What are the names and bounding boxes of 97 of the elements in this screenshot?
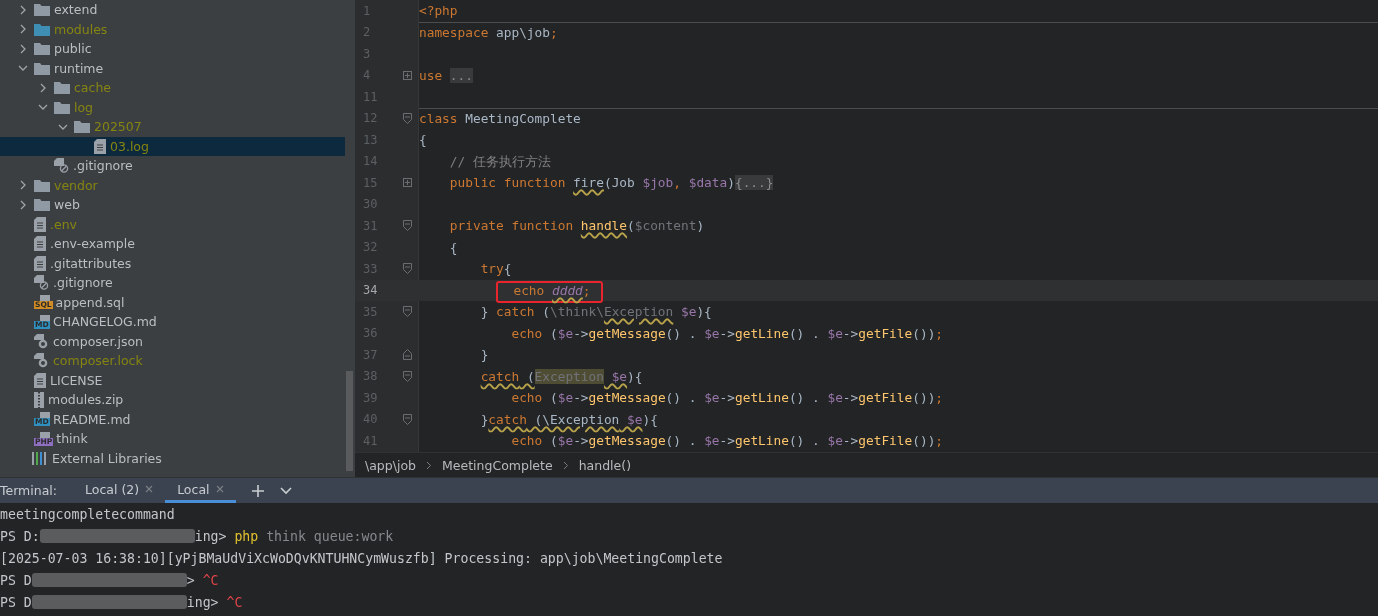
code-line: namespace app\job; (419, 24, 558, 40)
tree-item-label[interactable]: CHANGELOG.md (53, 314, 157, 330)
tree-item-label[interactable]: append.sql (55, 294, 125, 310)
code-line: echo ($e->getMessage() . $e->getLine() . $e->getFile()); (510, 433, 944, 448)
code-line: class MeetingComplete (419, 110, 581, 126)
terminal-text: ^C (226, 594, 243, 610)
chevron-right-icon[interactable] (18, 24, 28, 35)
selected-tree-row[interactable]: 03.log (0, 136, 345, 156)
tree-item-label[interactable]: think (56, 431, 88, 447)
close-icon[interactable] (215, 485, 224, 493)
terminal-text: PS D (0, 594, 32, 610)
code-line: echo ($e->getMessage() . $e->getLine() . $e->getFile()); (510, 325, 944, 341)
chevron-right-icon[interactable] (18, 199, 28, 210)
expand-fold-icon[interactable] (402, 70, 412, 80)
terminal-text: ing> (194, 528, 228, 544)
tree-item-label[interactable]: runtime (54, 60, 104, 76)
code-line: public function fire(Job $job, $data){...} (448, 175, 774, 190)
ignored-file-icon (54, 158, 69, 174)
code-line: // 任务执行方法 (448, 153, 551, 169)
library-icon (32, 451, 48, 465)
tree-item-label[interactable]: External Libraries (52, 450, 162, 466)
chevron-right-icon[interactable] (38, 82, 48, 93)
tree-item-label[interactable]: .gitattributes (50, 255, 132, 271)
collapse-fold-icon[interactable] (402, 370, 412, 382)
code-line: private function handle($content) (448, 218, 705, 233)
document-icon (34, 255, 46, 271)
close-icon[interactable] (145, 485, 154, 493)
folder-icon (74, 120, 90, 134)
document-icon (34, 372, 46, 388)
terminal-tab[interactable]: Local (165, 478, 236, 503)
terminal-tab[interactable]: Local (2) (73, 478, 166, 503)
tree-item-label[interactable]: public (54, 41, 92, 57)
collapse-fold-icon[interactable] (402, 413, 412, 425)
terminal-text: meetingcompletecommand (0, 506, 175, 522)
code-line: { (448, 239, 458, 255)
chevron-right-icon (562, 460, 569, 470)
chevron-right-icon (426, 460, 432, 470)
document-icon (34, 236, 46, 252)
document-icon (94, 138, 106, 154)
folder-icon (34, 178, 50, 192)
tree-item-label[interactable]: LICENSE (50, 372, 103, 388)
collapse-fold-icon[interactable] (402, 220, 412, 232)
folder-icon (34, 198, 50, 212)
breadcrumb-item[interactable]: handle() (578, 457, 631, 473)
folder-icon (34, 22, 50, 36)
add-icon[interactable] (251, 484, 264, 497)
breadcrumb-item[interactable]: MeetingComplete (442, 457, 553, 473)
tree-item-label[interactable]: .gitignore (53, 275, 113, 291)
document-icon (34, 216, 46, 232)
terminal-text: PS D: (0, 528, 40, 544)
folder-icon (34, 61, 50, 75)
folder-icon (54, 81, 70, 95)
archive-icon (34, 391, 44, 408)
collapse-fold-icon[interactable] (402, 112, 412, 124)
folder-icon (34, 42, 50, 56)
breadcrumb-item[interactable]: \app\job (365, 457, 416, 473)
tree-item-label[interactable]: modules.zip (48, 392, 124, 408)
terminal-text: PS D (0, 572, 32, 588)
expand-fold-icon[interactable] (402, 178, 412, 188)
tree-item-label[interactable]: composer.json (53, 333, 143, 349)
tree-item-label[interactable]: .gitignore (73, 158, 133, 174)
collapse-fold-icon[interactable] (402, 306, 412, 318)
tree-item-label[interactable]: web (54, 197, 80, 213)
code-line: try{ (479, 261, 512, 276)
chevron-right-icon[interactable] (18, 4, 28, 15)
composer-file-icon (34, 353, 49, 369)
chevron-right-icon[interactable] (18, 180, 28, 191)
code-line: echo ($e->getMessage() . $e->getLine() . $e->getFile()); (510, 390, 944, 405)
scrollbar-thumb[interactable] (346, 371, 353, 471)
tree-item-label[interactable]: .env-example (50, 236, 135, 252)
line-number: 34 (362, 283, 379, 298)
chevron-down-icon[interactable] (279, 486, 292, 495)
chevron-right-icon[interactable] (18, 43, 28, 54)
tree-item-label[interactable]: README.md (53, 411, 131, 427)
terminal-text: [2025-07-03 16:38:10][yPjBMaUdViXcWoDQvKNTUHNCymWuszfb] Processing: app\job\MeetingComplete (0, 550, 723, 566)
tree-item-label[interactable]: extend (54, 2, 98, 18)
composer-file-icon (34, 333, 49, 349)
terminal-text: > (186, 572, 196, 588)
folder-icon (54, 100, 70, 114)
code-line: catch (Exception $e){ (479, 368, 643, 384)
tree-item-label: 03.log (110, 138, 149, 154)
code-line: <?php (419, 3, 458, 18)
terminal-text: ^C (202, 572, 219, 588)
code-line: { (419, 132, 427, 147)
fold-end-icon[interactable] (402, 349, 412, 361)
ignored-file-icon (34, 275, 49, 291)
terminal-title: Terminal: (0, 483, 58, 498)
terminal-text: php (234, 528, 259, 544)
code-line: }catch (\Exception $e){ (479, 411, 658, 427)
code-line: use ... (419, 67, 473, 83)
code-line: } (479, 347, 489, 362)
code-line: } catch (\think\Exception $e){ (479, 304, 712, 319)
folder-icon (34, 3, 50, 17)
terminal-text: ing> (186, 594, 220, 610)
collapse-fold-icon[interactable] (402, 263, 412, 275)
code-line: echo dddd; (512, 282, 591, 298)
terminal-text: think queue:work (265, 528, 394, 544)
